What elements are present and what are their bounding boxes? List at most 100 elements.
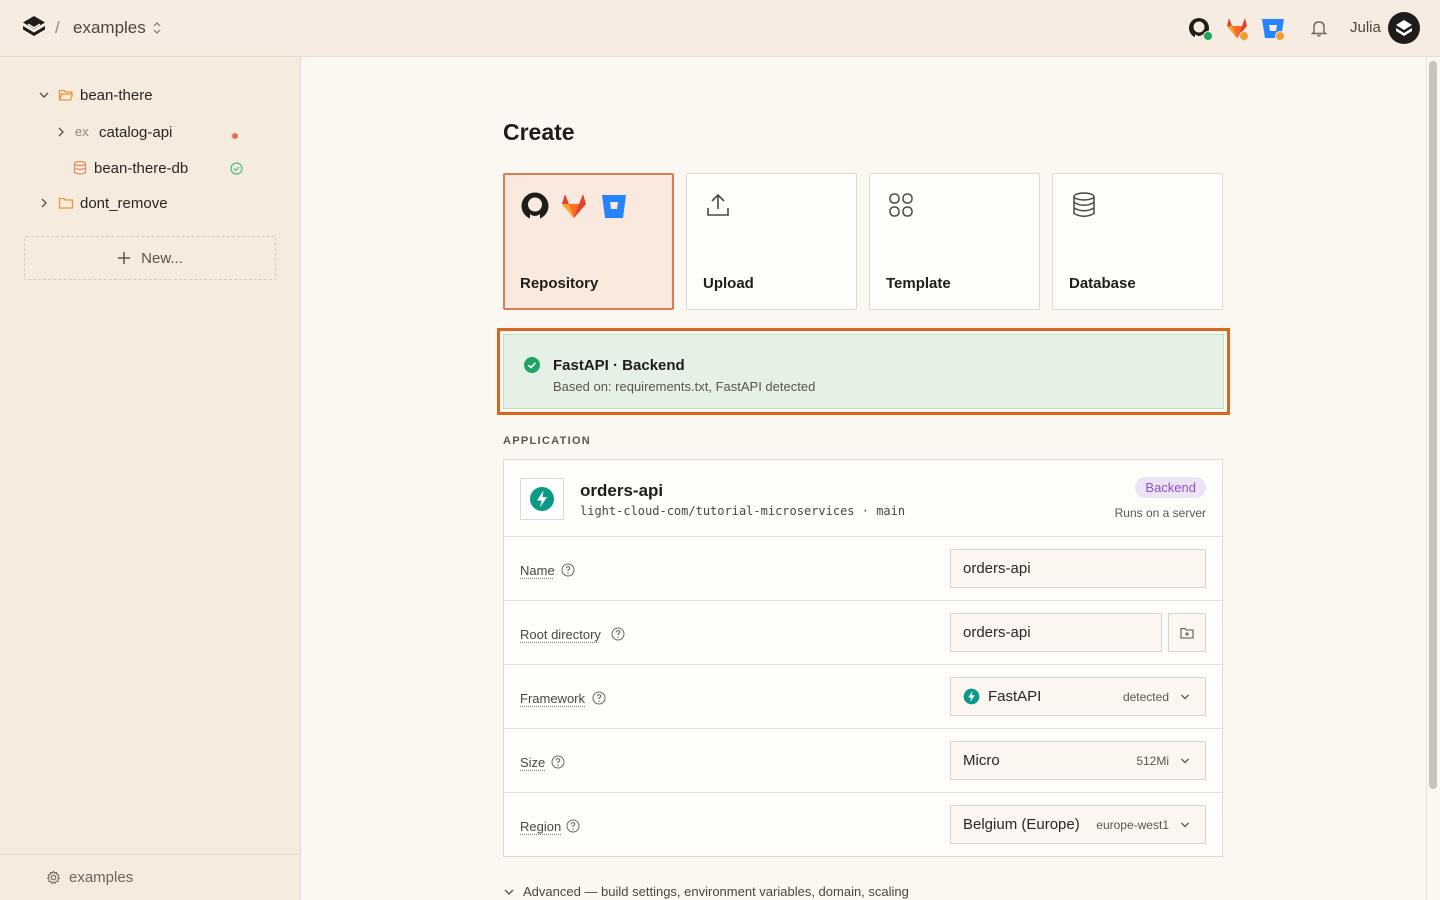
sidebar: bean-there ex catalog-api bean-there-db … [0, 57, 301, 900]
create-option-label: Database [1069, 275, 1136, 292]
create-option-database[interactable]: Database [1052, 173, 1223, 310]
project-switcher[interactable]: examples [73, 18, 146, 38]
fastapi-icon [530, 487, 554, 511]
tree-item-catalog-api[interactable]: ex catalog-api [55, 121, 172, 143]
chevron-down-icon [1181, 822, 1189, 827]
root-directory-input[interactable]: orders-api [950, 613, 1162, 652]
size-value: Micro [963, 752, 1000, 769]
section-label: APPLICATION [503, 435, 592, 447]
chevron-right-icon[interactable] [55, 126, 67, 138]
size-hint: 512Mi [1136, 753, 1169, 768]
tree-item-bean-there-db[interactable]: bean-there-db [72, 157, 188, 179]
help-icon[interactable] [592, 691, 606, 705]
create-option-template[interactable]: Template [869, 173, 1040, 310]
sidebar-footer[interactable]: examples [0, 854, 300, 900]
new-button-label: New... [141, 249, 183, 267]
new-button[interactable]: New... [24, 236, 276, 280]
express-icon: ex [75, 124, 89, 139]
size-select[interactable]: Micro 512Mi [950, 741, 1206, 780]
field-row-name: Name orders-api [504, 537, 1222, 601]
framework-select[interactable]: FastAPI detected [950, 677, 1206, 716]
bell-icon[interactable] [1309, 18, 1329, 38]
advanced-settings-label: Advanced — build settings, environment v… [523, 884, 909, 899]
region-hint: europe-west1 [1096, 817, 1169, 832]
chevron-up-down-icon[interactable] [151, 19, 163, 37]
tree-item-label: dont_remove [80, 194, 168, 212]
framework-detection-banner: FastAPI · Backend Based on: requirements… [503, 334, 1224, 409]
user-name[interactable]: Julia [1350, 19, 1381, 36]
github-status-dot [1203, 31, 1213, 41]
application-header: orders-api light-cloud-com/tutorial-micr… [504, 460, 1222, 537]
page-title: Create [503, 119, 575, 145]
breadcrumb-separator: / [55, 18, 60, 37]
help-icon[interactable] [611, 627, 625, 641]
field-label-size: Size [520, 755, 546, 770]
plus-icon [118, 252, 131, 264]
gitlab-status-dot [1239, 31, 1249, 41]
field-label-name: Name [520, 563, 555, 578]
field-row-root-directory: Root directory orders-api [504, 601, 1222, 665]
framework-value: FastAPI [988, 688, 1042, 705]
avatar-logo-icon [1396, 20, 1412, 36]
advanced-settings-toggle[interactable]: Advanced — build settings, environment v… [503, 884, 909, 899]
check-circle-icon [524, 357, 540, 373]
create-option-label: Repository [520, 275, 599, 292]
create-option-label: Template [886, 275, 951, 292]
create-option-repository[interactable]: Repository [503, 173, 674, 310]
tree-item-dont-remove[interactable]: dont_remove [38, 192, 168, 214]
field-row-framework: Framework FastAPI detected [504, 665, 1222, 729]
avatar[interactable] [1388, 12, 1420, 44]
top-bar: / examples Julia [0, 0, 1440, 57]
app-logo-icon[interactable] [22, 15, 46, 41]
region-value: Belgium (Europe) [963, 816, 1080, 833]
grid-icon [889, 193, 913, 217]
bitbucket-status-dot [1275, 31, 1285, 41]
status-error-dot [232, 133, 238, 139]
chevron-down-icon [504, 889, 514, 895]
field-label-root-directory: Root directory [520, 627, 601, 642]
detection-subtitle: Based on: requirements.txt, FastAPI dete… [553, 379, 816, 394]
browse-folder-button[interactable] [1168, 613, 1206, 652]
folder-icon [58, 197, 74, 209]
field-row-region: Region Belgium (Europe) europe-west1 [504, 793, 1222, 857]
database-icon [1073, 192, 1095, 217]
create-option-upload[interactable]: Upload [686, 173, 857, 310]
app-name: orders-api [580, 481, 664, 500]
create-option-label: Upload [703, 275, 754, 292]
framework-hint: detected [1122, 689, 1169, 704]
name-input[interactable]: orders-api [950, 549, 1206, 588]
help-icon[interactable] [566, 819, 580, 833]
field-row-size: Size Micro 512Mi [504, 729, 1222, 793]
database-icon [73, 160, 87, 175]
app-framework-logo [520, 478, 564, 520]
tree-item-label: bean-there-db [94, 159, 189, 177]
field-label-framework: Framework [520, 691, 586, 706]
scrollbar-thumb[interactable] [1429, 61, 1437, 789]
help-icon[interactable] [551, 755, 565, 769]
gitlab-icon [562, 194, 586, 218]
tree-item-bean-there[interactable]: bean-there [38, 84, 153, 106]
app-runtime-note: Runs on a server [1114, 506, 1206, 520]
workspace-settings-label: examples [69, 869, 134, 886]
status-ok-icon [230, 162, 243, 175]
region-select[interactable]: Belgium (Europe) europe-west1 [950, 805, 1206, 844]
chevron-right-icon[interactable] [38, 197, 50, 209]
detection-title: FastAPI · Backend [553, 357, 685, 374]
github-icon [521, 192, 549, 220]
folder-open-icon [58, 89, 74, 101]
fastapi-icon [963, 688, 980, 705]
chevron-down-icon [1181, 694, 1189, 699]
main-content: Create Repository Upload Template Databa… [301, 57, 1440, 900]
help-icon[interactable] [561, 563, 575, 577]
field-label-region: Region [520, 819, 562, 834]
tree-item-label: bean-there [80, 86, 153, 104]
application-panel: orders-api light-cloud-com/tutorial-micr… [503, 459, 1223, 857]
bitbucket-icon [602, 195, 626, 218]
upload-icon [707, 193, 729, 216]
detection-highlight: FastAPI · Backend Based on: requirements… [497, 328, 1230, 415]
gear-icon [46, 870, 61, 885]
scrollbar[interactable] [1426, 57, 1440, 900]
chevron-down-icon[interactable] [38, 89, 50, 101]
app-repository: light-cloud-com/tutorial-microservices ·… [580, 504, 906, 518]
app-type-badge: Backend [1135, 477, 1206, 498]
